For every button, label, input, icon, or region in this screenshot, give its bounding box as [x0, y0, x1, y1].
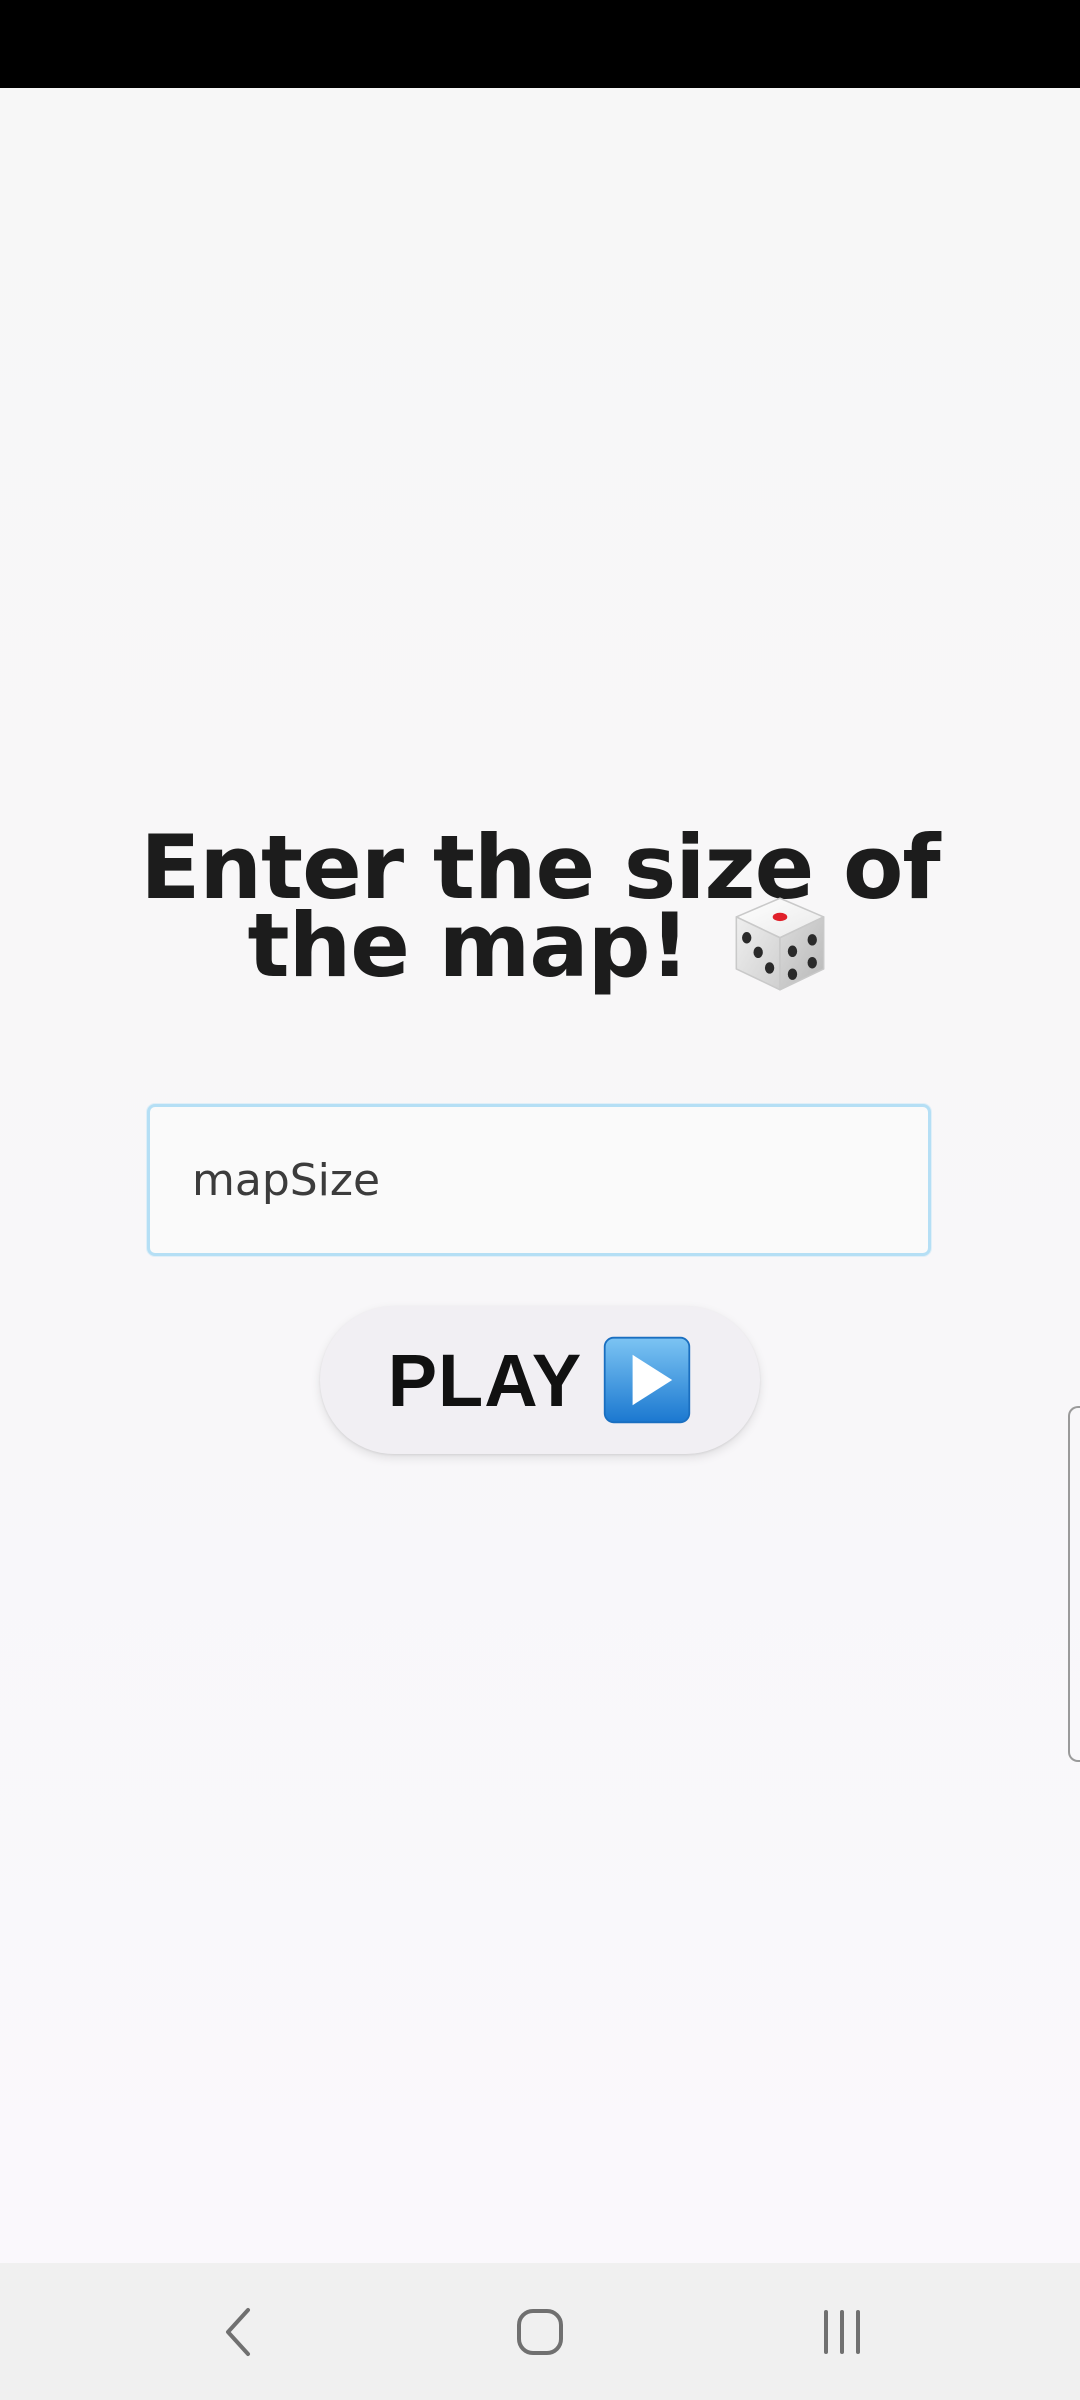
play-button-label: PLAY	[387, 1338, 583, 1422]
recents-button[interactable]	[782, 2287, 902, 2377]
back-button[interactable]	[178, 2287, 298, 2377]
home-button[interactable]	[480, 2287, 600, 2377]
recents-icon	[824, 2310, 860, 2354]
map-size-input[interactable]	[192, 1107, 892, 1253]
play-icon	[604, 1336, 691, 1424]
navigation-bar	[0, 2263, 1080, 2400]
page-title: Enter the size of the map!	[60, 823, 1020, 996]
status-bar	[0, 0, 1080, 88]
dice-icon	[735, 897, 825, 991]
map-size-field[interactable]	[147, 1104, 931, 1256]
home-icon	[517, 2309, 563, 2355]
play-button[interactable]: PLAY	[320, 1306, 760, 1454]
edge-panel-handle[interactable]	[1068, 1406, 1080, 1762]
back-icon	[226, 2308, 250, 2356]
